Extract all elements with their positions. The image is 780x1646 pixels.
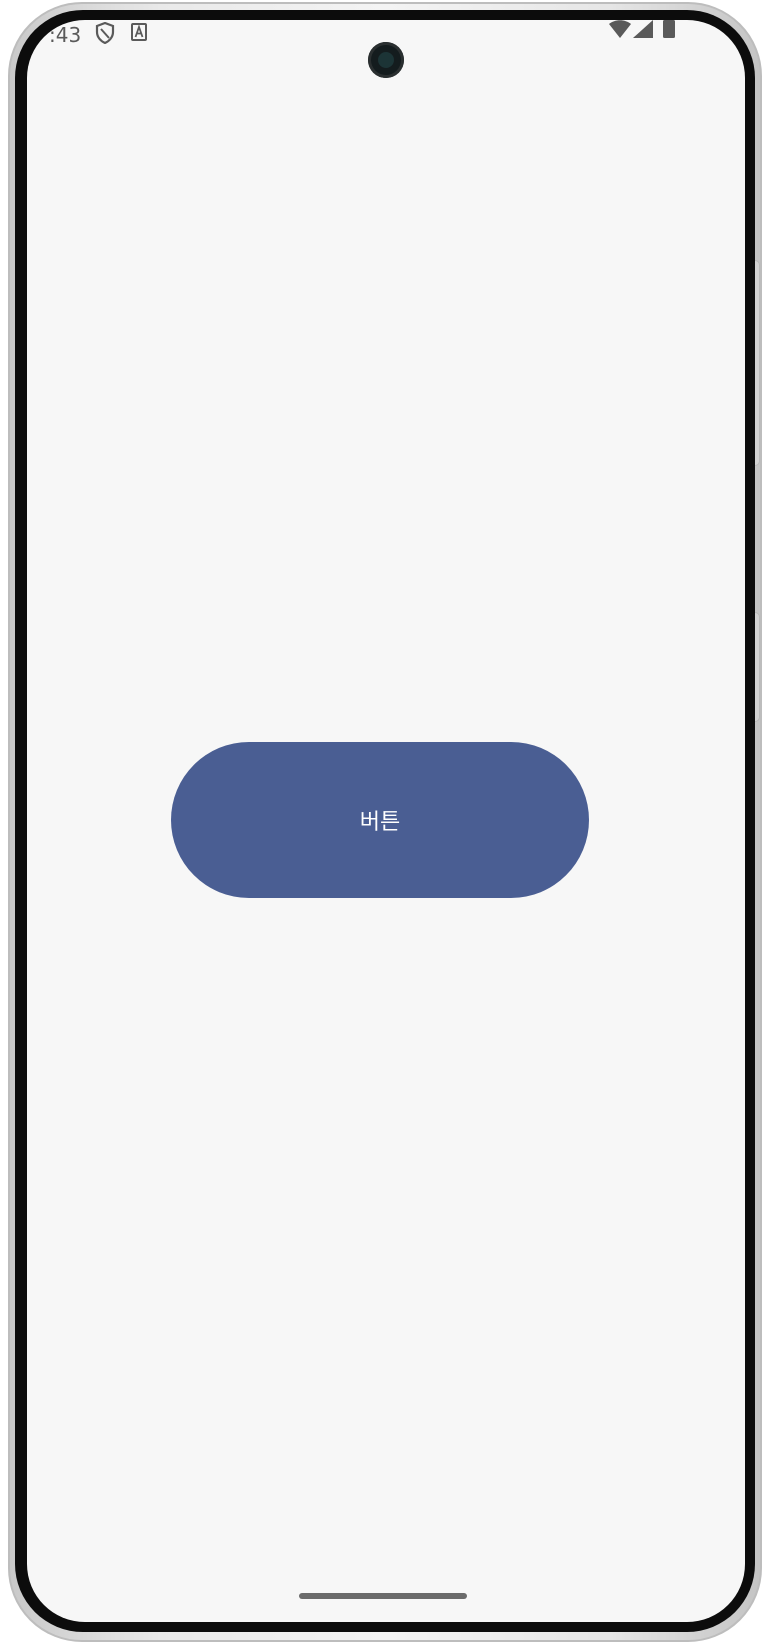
shield-icon — [95, 22, 115, 44]
status-time: :43 — [49, 23, 82, 47]
main-button[interactable]: 버튼 — [171, 742, 589, 898]
front-camera — [368, 42, 404, 78]
battery-icon — [663, 20, 675, 38]
wifi-icon — [609, 20, 631, 38]
home-indicator[interactable] — [299, 1593, 467, 1599]
keyboard-a-icon — [131, 23, 147, 41]
cell-signal-icon — [633, 20, 653, 38]
screen: :43 버튼 — [27, 20, 745, 1622]
